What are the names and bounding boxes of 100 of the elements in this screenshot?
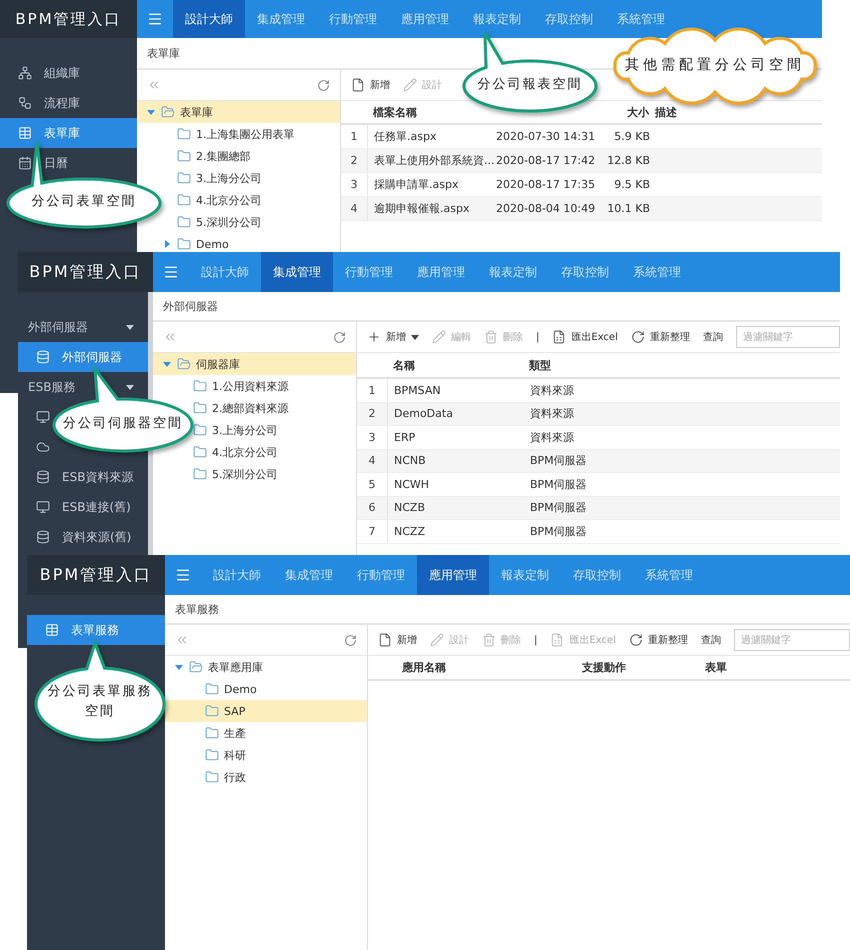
- menu-icon: [163, 264, 179, 280]
- row-number: 1: [341, 125, 368, 148]
- spreadsheet-icon: [550, 633, 564, 647]
- table-cell-text: 9.5 KB: [613, 178, 650, 191]
- tree-item[interactable]: 伺服器庫: [153, 353, 356, 375]
- sidebar-item[interactable]: 外部伺服器: [18, 342, 148, 372]
- table-cell-text: 採購申請單.aspx: [373, 177, 460, 192]
- refresh-icon[interactable]: [344, 634, 357, 646]
- tree-item[interactable]: Demo: [205, 678, 257, 700]
- app-title: BPM管理入口: [0, 0, 137, 38]
- row-number: 7: [357, 520, 388, 542]
- row-number: 3: [357, 426, 388, 448]
- table-cell-text: BPM伺服器: [529, 500, 588, 516]
- table-cell-text: BPM伺服器: [529, 524, 588, 539]
- tree-item[interactable]: 表單庫: [137, 101, 340, 123]
- sidebar-item[interactable]: 流程庫: [0, 88, 80, 118]
- tree-item[interactable]: 5.深圳分公司: [177, 211, 262, 233]
- caret-down-icon[interactable]: [175, 663, 183, 671]
- tree-item[interactable]: 1.上海集團公用表單: [177, 123, 294, 145]
- table-cell-text: NCWH: [393, 478, 430, 491]
- folder-icon: [205, 682, 219, 696]
- pencil-icon: [432, 330, 446, 344]
- spreadsheet-icon: [552, 330, 566, 344]
- sidebar-item[interactable]: 資料來源(舊): [18, 522, 132, 552]
- toolbar-button[interactable]: 重新整理: [628, 633, 688, 647]
- folder-icon: [177, 171, 191, 185]
- tree-item[interactable]: 表單應用庫: [175, 656, 263, 678]
- row-number: 2: [357, 402, 388, 425]
- toolbar-button[interactable]: 新增: [378, 633, 417, 647]
- tree-item[interactable]: 4.北京分公司: [177, 189, 262, 211]
- sidebar-item[interactable]: 日曆: [0, 148, 68, 178]
- table-cell-text: 2020-07-30 14:31: [495, 130, 596, 143]
- table-icon: [18, 126, 32, 140]
- query-label: 查詢: [702, 330, 723, 344]
- table-cell-text: 任務單.aspx: [373, 129, 438, 144]
- column-header: 表單: [704, 660, 728, 675]
- table-cell-text: 逾期申報催報.aspx: [373, 201, 470, 216]
- tree-item[interactable]: 3.上海分公司: [193, 419, 278, 441]
- sidebar-item[interactable]: 表單服務: [27, 615, 165, 645]
- table-cell-text: NCNB: [393, 454, 427, 468]
- nav-tab[interactable]: 應用管理: [417, 555, 489, 595]
- column-header: 檔案名稱: [372, 104, 418, 120]
- table-cell-text: DemoData: [393, 407, 454, 420]
- column-header: 名稱: [392, 358, 416, 372]
- column-header: 描述: [654, 104, 678, 120]
- sidebar-item[interactable]: ESB資料來源: [18, 462, 134, 492]
- tree-item[interactable]: 4.北京分公司: [193, 441, 278, 463]
- query-label: 查詢: [700, 634, 721, 647]
- folder-icon: [205, 748, 219, 762]
- pencil-icon: [430, 633, 444, 647]
- callout-text: 分公司表單服務空間: [46, 683, 154, 720]
- toolbar-button[interactable]: 匯出Excel: [552, 330, 618, 344]
- folder-icon: [177, 149, 191, 163]
- tree-item[interactable]: 行政: [205, 766, 246, 788]
- refresh-icon[interactable]: [317, 78, 330, 92]
- row-number: 5: [357, 473, 388, 496]
- network-icon: [18, 66, 32, 80]
- tree-item[interactable]: 5.深圳分公司: [193, 463, 278, 485]
- app-title: BPM管理入口: [27, 555, 165, 595]
- trash-icon: [484, 330, 498, 344]
- callout-text: 分公司報表空間: [476, 76, 584, 94]
- table-cell-text: BPM伺服器: [529, 476, 588, 492]
- toolbar-button[interactable]: 重新整理: [630, 330, 690, 344]
- sidebar-item[interactable]: 組織庫: [0, 58, 80, 88]
- sidebar-item[interactable]: 表單庫: [0, 118, 137, 148]
- caret-down-icon[interactable]: [147, 108, 155, 116]
- sidebar-item[interactable]: ESB連接(舊): [18, 492, 131, 522]
- cloud-icon: [36, 440, 50, 454]
- tree-item[interactable]: 科研: [205, 744, 246, 766]
- nav-tab[interactable]: 集成管理: [261, 252, 333, 292]
- tree-item[interactable]: 2.總部資料來源: [193, 397, 288, 419]
- tree-item[interactable]: 1.公用資料來源: [193, 375, 288, 397]
- tree-item[interactable]: 生產: [205, 722, 246, 744]
- folder-icon: [193, 379, 207, 393]
- toolbar-button[interactable]: 新增: [367, 330, 419, 344]
- table-cell-text: 2020-08-04 10:49: [495, 202, 596, 215]
- sidebar-group[interactable]: 外部伺服器: [18, 312, 148, 342]
- separator: |: [536, 332, 540, 342]
- refresh-icon[interactable]: [333, 330, 346, 344]
- group-label: 外部伺服器: [28, 318, 88, 336]
- tree-item[interactable]: 2.集團總部: [177, 145, 250, 167]
- filter-field[interactable]: 過濾關鍵字: [736, 326, 840, 348]
- breadcrumb: 外部伺服器: [153, 292, 840, 322]
- nav-tab[interactable]: 設計大師: [173, 0, 245, 38]
- table-cell-text: 資料來源: [529, 430, 575, 445]
- tree-item[interactable]: 3.上海分公司: [177, 167, 262, 189]
- table-cell-text: 12.8 KB: [606, 154, 650, 167]
- monitor-icon: [36, 500, 50, 514]
- database-icon: [36, 530, 50, 544]
- table-cell-text: 資料來源: [529, 382, 575, 398]
- tree-item[interactable]: SAP: [165, 700, 367, 722]
- row-number: 4: [357, 450, 388, 472]
- calendar-icon: [18, 156, 32, 170]
- caret-right-icon[interactable]: [163, 240, 171, 248]
- tree-item[interactable]: Demo: [163, 233, 229, 255]
- folder-icon: [205, 704, 219, 718]
- folder-icon: [189, 660, 203, 674]
- filter-field[interactable]: 過濾關鍵字: [734, 629, 850, 651]
- toolbar-button[interactable]: 新增: [351, 78, 390, 92]
- pencil-icon: [403, 78, 417, 92]
